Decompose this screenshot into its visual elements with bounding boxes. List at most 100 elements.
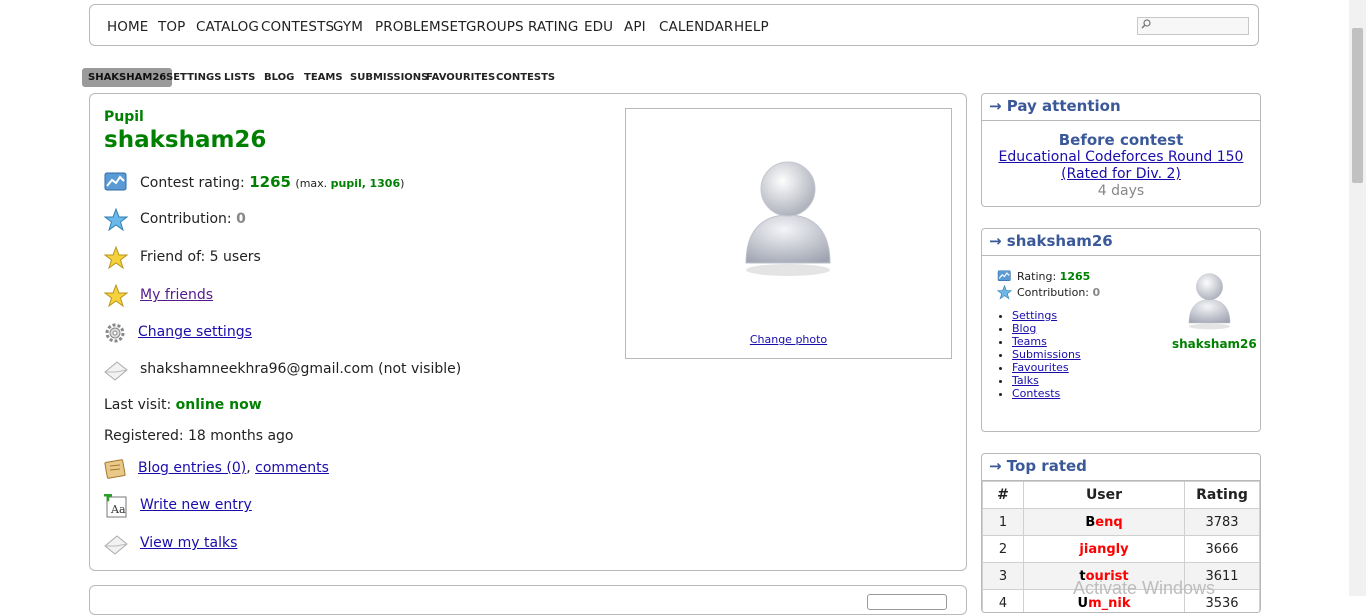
search-input[interactable]: [1137, 17, 1249, 35]
max-close: ): [400, 177, 405, 190]
user-first-letter[interactable]: B: [1085, 515, 1095, 530]
sidebar-link-submissions[interactable]: Submissions: [1012, 348, 1081, 361]
write-entry-link[interactable]: Write new entry: [140, 497, 252, 513]
sidebar-profile-caption: → shaksham26: [982, 229, 1260, 256]
nav-contests[interactable]: CONTESTS: [261, 19, 334, 35]
graph-toggle-button[interactable]: [867, 594, 947, 610]
scrollbar-thumb[interactable]: [1352, 28, 1363, 183]
sidebar-rating-value: 1265: [1059, 270, 1091, 283]
nav-calendar[interactable]: CALENDAR: [659, 19, 733, 35]
rank-cell: 4: [982, 589, 1024, 612]
nav-rating[interactable]: RATING: [528, 19, 578, 35]
table-row: 1 Benq 3783: [982, 508, 1260, 536]
star-blue-icon: [104, 208, 128, 232]
user-rest[interactable]: enq: [1095, 515, 1122, 530]
nav-groups[interactable]: GROUPS: [466, 19, 524, 35]
user-rank: Pupil: [104, 109, 144, 125]
profile-photo-box: Change photo: [625, 108, 952, 359]
before-contest-title: Before contest: [1058, 131, 1184, 149]
envelope-icon: [104, 361, 128, 381]
nav-gym[interactable]: GYM: [333, 19, 363, 35]
avatar[interactable]: [1187, 271, 1232, 331]
sidebar-link-blog[interactable]: Blog: [1012, 322, 1036, 335]
registered-text: Registered: 18 months ago: [104, 428, 294, 444]
sidebar-links: Settings Blog Teams Submissions Favourit…: [994, 309, 1081, 400]
nav-api[interactable]: API: [624, 19, 646, 35]
envelope-icon: [104, 535, 128, 555]
pay-attention-box: → Pay attention Before contest Education…: [981, 93, 1261, 207]
sidebar-link-talks[interactable]: Talks: [1012, 374, 1039, 387]
comments-link[interactable]: comments: [255, 460, 329, 476]
tab-contests[interactable]: CONTESTS: [490, 68, 561, 87]
nav-catalog[interactable]: CATALOG: [196, 19, 259, 35]
tab-lists[interactable]: LISTS: [218, 68, 261, 87]
sidebar-rating-label: Rating:: [1017, 270, 1057, 283]
table-row: 2 jiangly 3666: [982, 535, 1260, 563]
contribution-label: Contribution:: [140, 211, 232, 227]
sidebar-link-contests[interactable]: Contests: [1012, 387, 1060, 400]
contribution-value: 0: [236, 211, 246, 227]
gear-icon: [105, 323, 125, 343]
countdown-text: 4 days: [1097, 183, 1145, 199]
rating-cell: 3783: [1184, 508, 1260, 536]
rating-graph-box: [89, 585, 967, 615]
avatar-placeholder-icon: [745, 161, 831, 276]
contest-rating-label: Contest rating:: [140, 175, 245, 191]
sidebar-profile-box: → shaksham26 Rating: 1265 Contribution: …: [981, 228, 1261, 432]
star-blue-icon: [997, 285, 1012, 300]
sidebar-link-favourites[interactable]: Favourites: [1012, 361, 1069, 374]
friend-of-text: Friend of: 5 users: [140, 249, 261, 265]
star-gold-icon: [104, 284, 128, 308]
user-rest[interactable]: iangly: [1084, 542, 1129, 557]
comma-separator: ,: [246, 460, 251, 476]
max-open: (max.: [295, 177, 328, 190]
my-friends-link[interactable]: My friends: [140, 287, 213, 303]
tab-blog[interactable]: BLOG: [258, 68, 300, 87]
nav-help[interactable]: HELP: [734, 19, 769, 35]
view-talks-link[interactable]: View my talks: [140, 535, 237, 551]
write-entry-icon: Aa: [104, 494, 127, 518]
contest-rating-value: 1265: [249, 173, 291, 191]
max-rating: 1306: [369, 177, 401, 190]
rank-cell: 2: [982, 535, 1024, 563]
blog-icon: [104, 459, 126, 479]
star-gold-icon: [104, 246, 128, 270]
tab-profile[interactable]: SHAKSHAM26: [82, 68, 173, 87]
sidebar-contribution-value: 0: [1092, 286, 1101, 299]
page-scrollbar[interactable]: [1349, 0, 1366, 596]
rank-cell: 1: [982, 508, 1024, 536]
search-icon: [1141, 19, 1151, 29]
contest-name-line2[interactable]: (Rated for Div. 2): [1061, 166, 1181, 182]
sidebar-link-teams[interactable]: Teams: [1012, 335, 1047, 348]
user-cell[interactable]: Benq: [1023, 508, 1185, 536]
top-navigation: HOME TOP CATALOG CONTESTS GYM PROBLEMSET…: [89, 4, 1259, 46]
rating-chart-icon: [997, 270, 1011, 281]
top-rated-caption: → Top rated: [982, 454, 1260, 481]
change-photo-link[interactable]: Change photo: [626, 333, 951, 346]
svg-text:Aa: Aa: [110, 503, 126, 516]
nav-home[interactable]: HOME: [107, 19, 148, 35]
nav-top[interactable]: TOP: [158, 19, 185, 35]
rank-cell: 3: [982, 562, 1024, 590]
user-cell[interactable]: jiangly: [1023, 535, 1185, 563]
nav-edu[interactable]: EDU: [584, 19, 613, 35]
user-handle: shaksham26: [104, 127, 267, 153]
sidebar-handle[interactable]: shaksham26: [1172, 337, 1257, 351]
change-settings-link[interactable]: Change settings: [138, 324, 252, 340]
col-rating: Rating: [1184, 481, 1260, 509]
email-text: shakshamneekhra96@gmail.com (not visible…: [140, 361, 462, 377]
tab-teams[interactable]: TEAMS: [298, 68, 349, 87]
upcoming-contest-link[interactable]: Educational Codeforces Round 150 (Rated …: [982, 149, 1260, 183]
last-visit-value: online now: [175, 397, 262, 413]
col-user: User: [1023, 481, 1185, 509]
rating-cell: 3666: [1184, 535, 1260, 563]
max-rank: pupil,: [330, 177, 366, 190]
sidebar-link-settings[interactable]: Settings: [1012, 309, 1057, 322]
blog-entries-link[interactable]: Blog entries (0): [138, 460, 246, 476]
contest-name-line1[interactable]: Educational Codeforces Round 150: [999, 149, 1244, 165]
nav-problemset[interactable]: PROBLEMSET: [375, 19, 466, 35]
last-visit-label: Last visit:: [104, 397, 172, 413]
sidebar-contribution-label: Contribution:: [1017, 286, 1090, 299]
col-rank: #: [982, 481, 1024, 509]
rating-chart-icon: [104, 172, 127, 191]
